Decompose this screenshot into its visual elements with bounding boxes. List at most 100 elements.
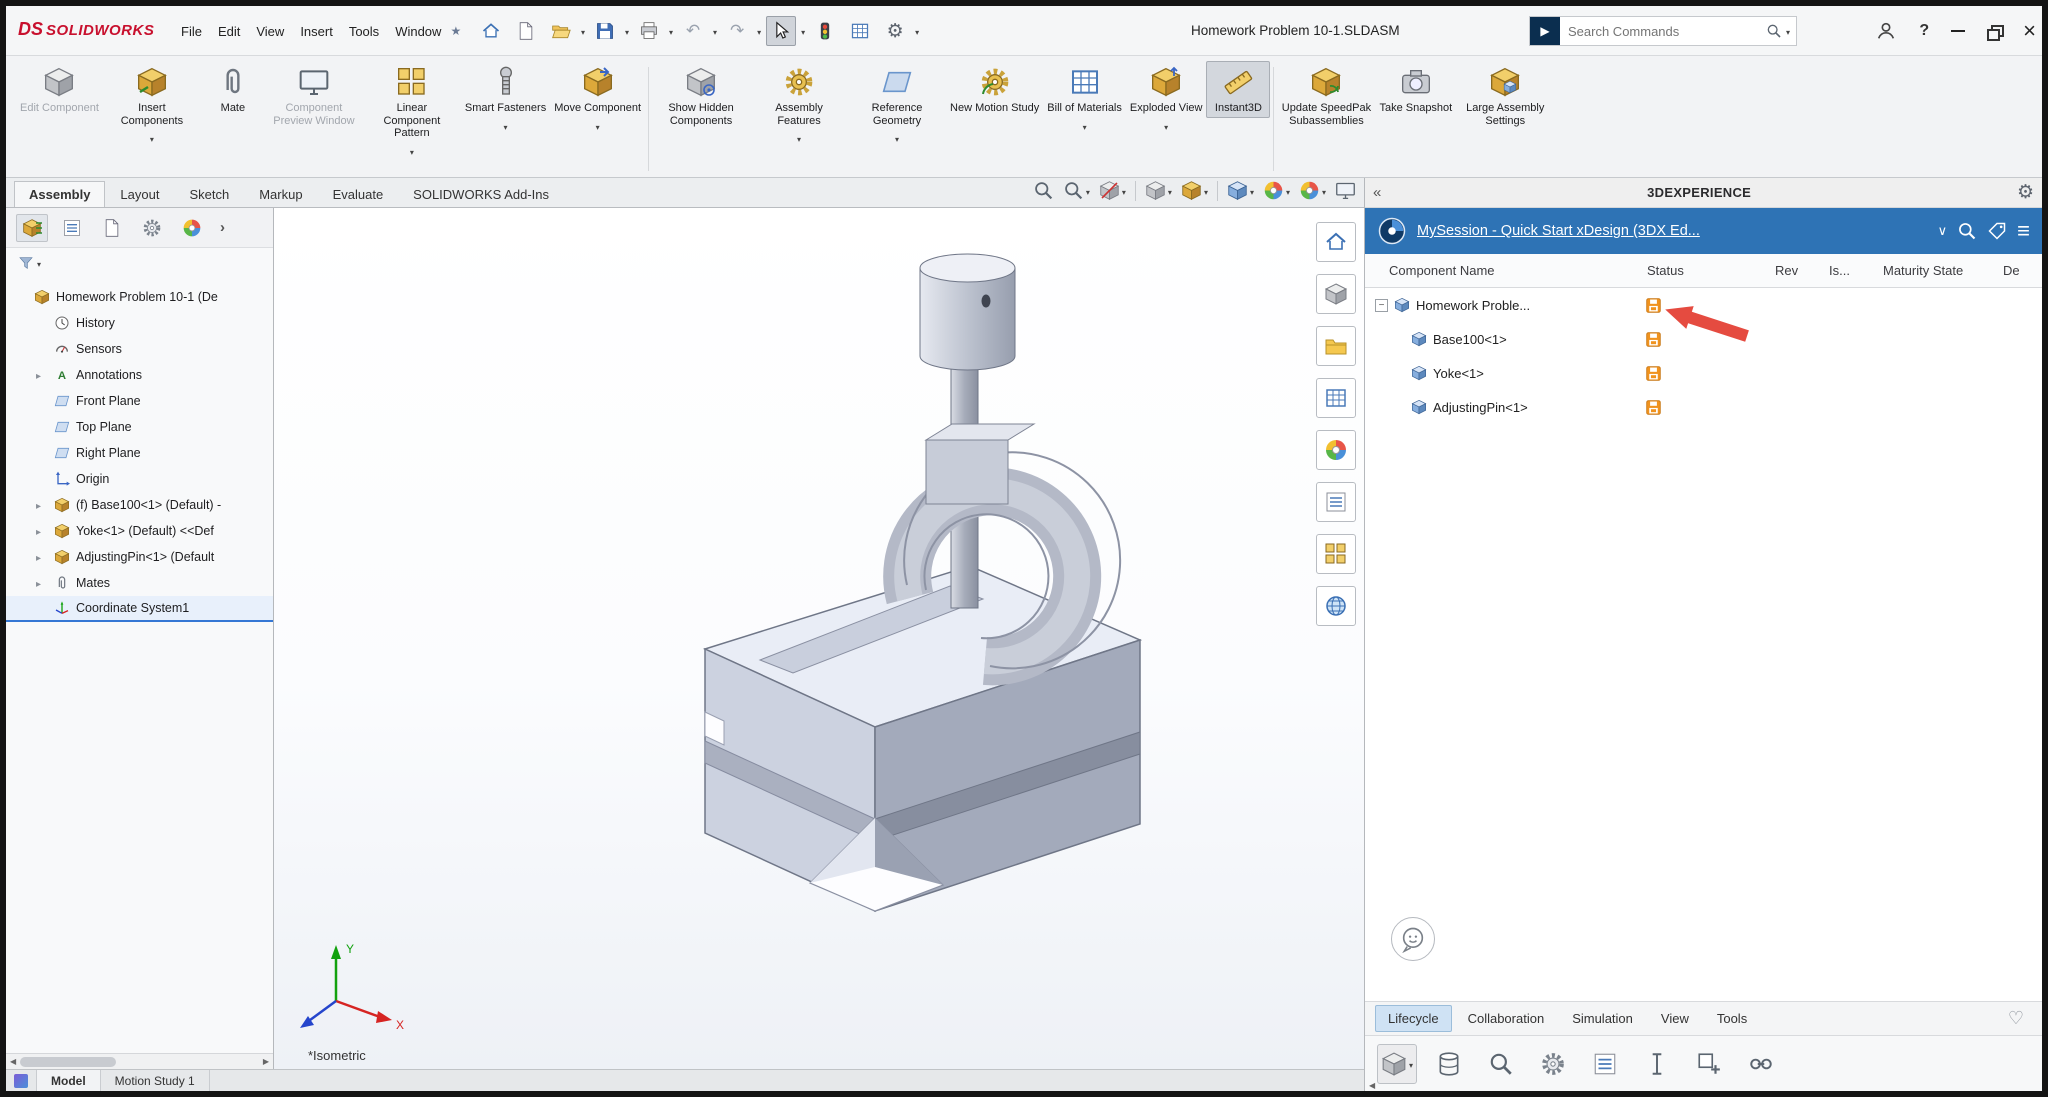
revision-button[interactable] xyxy=(1637,1044,1677,1084)
tab-view[interactable]: View xyxy=(1649,1006,1701,1031)
bill-of-materials-button[interactable]: Bill of Materials xyxy=(1043,61,1126,138)
tab-collaboration[interactable]: Collaboration xyxy=(1456,1006,1557,1031)
scroll-right-icon[interactable] xyxy=(263,1057,269,1066)
home-button[interactable] xyxy=(476,16,506,46)
menu-edit[interactable]: Edit xyxy=(211,20,247,43)
displaymanager-tab[interactable] xyxy=(176,214,208,242)
tree-item-base100[interactable]: (f) Base100<1> (Default) - xyxy=(6,492,273,518)
view-palette-button[interactable] xyxy=(1316,378,1356,418)
menu-file[interactable]: File xyxy=(174,20,209,43)
appearances-scenes-button[interactable] xyxy=(1316,430,1356,470)
design-library-button[interactable] xyxy=(1316,274,1356,314)
tree-item-yoke[interactable]: Yoke<1> (Default) <<Def xyxy=(6,518,273,544)
edit-component-button[interactable]: Edit Component xyxy=(16,61,103,118)
tab-lifecycle[interactable]: Lifecycle xyxy=(1375,1005,1452,1032)
configurationmanager-tab[interactable] xyxy=(96,214,128,242)
zoom-fit-button[interactable] xyxy=(1033,180,1054,201)
tab-motion-study-1[interactable]: Motion Study 1 xyxy=(101,1070,210,1092)
minimize-button[interactable] xyxy=(1951,30,1965,32)
search-icon[interactable] xyxy=(1766,23,1782,39)
3dexperience-marketplace-button[interactable] xyxy=(1316,586,1356,626)
search-commands-box[interactable]: ▶ xyxy=(1529,16,1797,46)
menu-view[interactable]: View xyxy=(249,20,291,43)
section-dropdown-icon[interactable] xyxy=(1122,182,1126,200)
mate-button[interactable]: Mate xyxy=(201,61,265,118)
column-de[interactable]: De xyxy=(1993,263,2042,278)
tab-sketch[interactable]: Sketch xyxy=(174,181,244,207)
tree-item-annotations[interactable]: Annotations xyxy=(6,362,273,388)
edit-appearance-button[interactable] xyxy=(1263,180,1290,201)
tree-item-coordinate-system1[interactable]: Coordinate System1 xyxy=(6,596,273,622)
tab-evaluate[interactable]: Evaluate xyxy=(318,181,399,207)
show-hidden-components-button[interactable]: Show Hidden Components xyxy=(652,61,750,130)
save-dropdown-icon[interactable] xyxy=(625,22,629,40)
panel-search-icon[interactable] xyxy=(1957,221,1977,241)
bom-dropdown-icon[interactable] xyxy=(1083,117,1087,135)
redo-dropdown-icon[interactable] xyxy=(757,22,761,40)
tree-item-assembly-root[interactable]: Homework Problem 10-1 (De xyxy=(6,284,273,310)
zoom-dropdown-icon[interactable] xyxy=(1086,182,1090,200)
table-row-yoke[interactable]: Yoke<1> xyxy=(1365,356,2042,390)
collapse-panel-icon[interactable] xyxy=(1373,184,1381,201)
update-speedpak-subassemblies-button[interactable]: Update SpeedPak Subassemblies xyxy=(1277,61,1375,130)
toolbar-scroll-left-icon[interactable] xyxy=(1369,1081,1375,1090)
zoom-area-button[interactable] xyxy=(1063,180,1090,201)
search-commands-input[interactable] xyxy=(1560,24,1766,39)
assembly-3d-model[interactable] xyxy=(274,208,1364,1069)
scroll-left-icon[interactable] xyxy=(10,1057,16,1066)
redo-button[interactable] xyxy=(722,16,752,46)
dimxpertmanager-tab[interactable] xyxy=(136,214,168,242)
file-properties-button[interactable] xyxy=(845,16,875,46)
restore-button[interactable] xyxy=(1987,25,2001,38)
component-preview-window-button[interactable]: Component Preview Window xyxy=(265,61,363,130)
filter-funnel-icon[interactable] xyxy=(18,255,34,271)
comments-chat-button[interactable] xyxy=(1391,917,1435,961)
reference-geometry-dropdown-icon[interactable] xyxy=(895,129,899,147)
column-component-name[interactable]: Component Name xyxy=(1365,263,1637,278)
pin-menubar-icon[interactable] xyxy=(450,24,461,38)
scene-dropdown-icon[interactable] xyxy=(1322,182,1326,200)
table-row-adjustingpin[interactable]: AdjustingPin<1> xyxy=(1365,390,2042,424)
column-is[interactable]: Is... xyxy=(1819,263,1873,278)
expand-arrow-icon[interactable] xyxy=(36,498,41,512)
insert-components-button[interactable]: Insert Components xyxy=(103,61,201,150)
exploded-view-dropdown-icon[interactable] xyxy=(1164,117,1168,135)
view-orientation-button[interactable] xyxy=(1227,180,1254,201)
database-status-button[interactable] xyxy=(1429,1044,1469,1084)
tab-assembly[interactable]: Assembly xyxy=(14,181,105,207)
tab-layout[interactable]: Layout xyxy=(105,181,174,207)
open-dropdown-icon[interactable] xyxy=(581,22,585,40)
panel-flyout-chevron-icon[interactable] xyxy=(220,219,225,236)
featuremanager-tree-tab[interactable] xyxy=(16,214,48,242)
expand-arrow-icon[interactable] xyxy=(36,524,41,538)
menu-tools[interactable]: Tools xyxy=(342,20,386,43)
session-title[interactable]: MySession - Quick Start xDesign (3DX Ed.… xyxy=(1417,223,1928,239)
linear-component-pattern-button[interactable]: Linear Component Pattern xyxy=(363,61,461,163)
tab-markup[interactable]: Markup xyxy=(244,181,317,207)
column-maturity-state[interactable]: Maturity State xyxy=(1873,263,1993,278)
move-component-dropdown-icon[interactable] xyxy=(596,117,600,135)
search-dropdown-icon[interactable] xyxy=(1786,22,1790,40)
new-document-button[interactable] xyxy=(511,16,541,46)
tree-item-history[interactable]: History xyxy=(6,310,273,336)
custom-properties-button[interactable] xyxy=(1316,482,1356,522)
table-row-assembly[interactable]: Homework Proble... xyxy=(1365,288,2042,322)
tab-simulation[interactable]: Simulation xyxy=(1560,1006,1645,1031)
undo-button[interactable] xyxy=(678,16,708,46)
view-settings-button[interactable] xyxy=(1335,180,1356,201)
session-dropdown-icon[interactable] xyxy=(1938,223,1948,239)
filter-dropdown-icon[interactable] xyxy=(37,254,41,272)
large-assembly-settings-button[interactable]: Large Assembly Settings xyxy=(1456,61,1554,130)
select-mode-dropdown-icon[interactable] xyxy=(1409,1055,1413,1073)
tree-item-sensors[interactable]: Sensors xyxy=(6,336,273,362)
undo-dropdown-icon[interactable] xyxy=(713,22,717,40)
panel-settings-icon[interactable] xyxy=(2017,181,2034,204)
expand-arrow-icon[interactable] xyxy=(36,550,41,564)
structure-list-button[interactable] xyxy=(1585,1044,1625,1084)
column-status[interactable]: Status xyxy=(1637,263,1765,278)
link-components-button[interactable] xyxy=(1741,1044,1781,1084)
graphics-viewport[interactable]: Y X *Isometric xyxy=(274,208,1364,1069)
insert-components-dropdown-icon[interactable] xyxy=(150,129,154,147)
3dexperience-compass-icon[interactable] xyxy=(1377,216,1407,246)
file-explorer-button[interactable] xyxy=(1316,326,1356,366)
